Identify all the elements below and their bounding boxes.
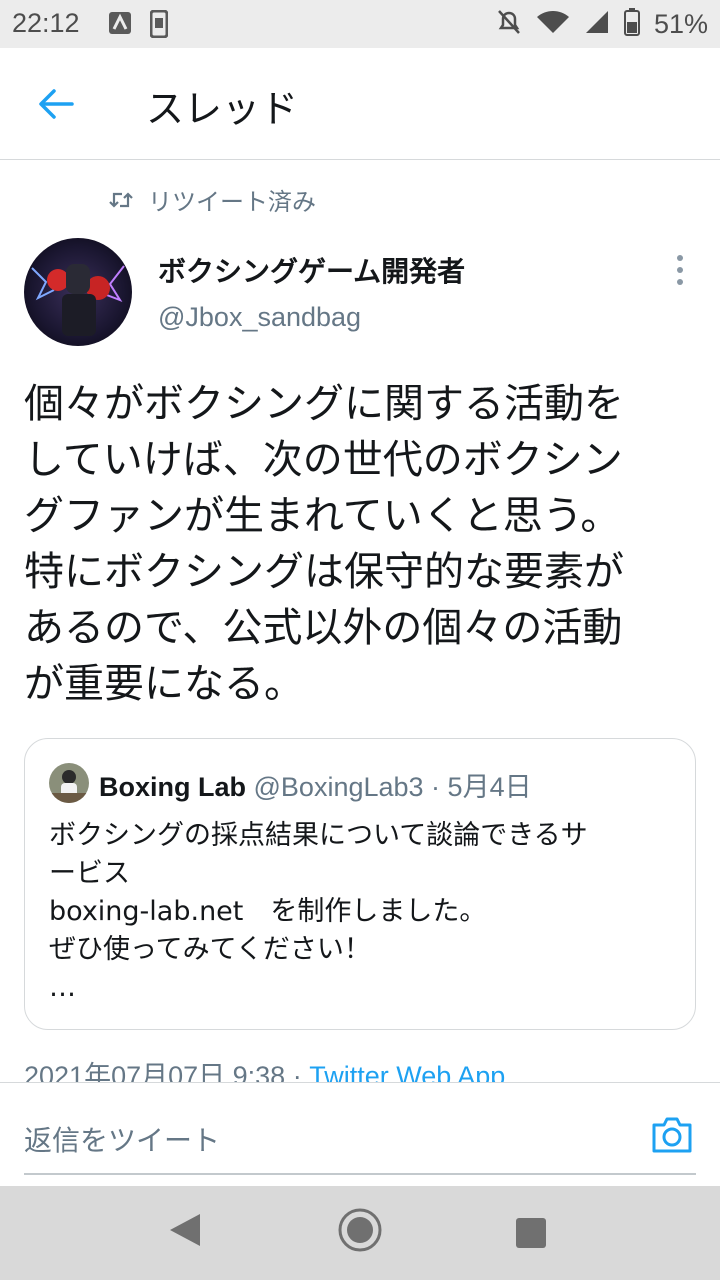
top-app-bar: スレッド xyxy=(0,48,720,160)
nav-recents-button[interactable] xyxy=(516,1218,546,1248)
quoted-tweet-card[interactable]: Boxing Lab @BoxingLab3 · 5月4日 ボクシングの採点結果… xyxy=(24,738,696,1030)
quote-header: Boxing Lab @BoxingLab3 · 5月4日 xyxy=(99,765,532,804)
retweet-label: リツイート済み xyxy=(148,188,316,216)
quote-author-name: Boxing Lab xyxy=(99,772,246,802)
quote-avatar xyxy=(49,763,89,803)
retweet-icon xyxy=(109,191,133,208)
more-options-button[interactable] xyxy=(664,252,696,288)
page-title: スレッド xyxy=(146,87,299,131)
back-button[interactable] xyxy=(34,82,78,126)
quote-date: 5月4日 xyxy=(447,772,532,802)
reply-composer: 返信をツイート xyxy=(0,1082,720,1186)
phone-icon xyxy=(149,9,169,42)
more-vertical-icon xyxy=(677,255,683,285)
quote-author-handle: @BoxingLab3 xyxy=(253,772,424,802)
author-name[interactable]: ボクシングゲーム開発者 xyxy=(158,250,465,290)
camera-icon xyxy=(652,1117,692,1153)
nav-home-button[interactable] xyxy=(336,1206,384,1258)
reply-input-underline xyxy=(24,1173,696,1175)
triangle-back-icon xyxy=(170,1214,200,1246)
circle-home-icon xyxy=(338,1208,382,1252)
author-handle[interactable]: @Jbox_sandbag xyxy=(158,302,361,333)
notification-icon xyxy=(108,10,132,42)
reply-input[interactable]: 返信をツイート xyxy=(24,1119,220,1159)
tweet-text: 個々がボクシングに関する活動を していけば、次の世代のボクシン グファンが生まれ… xyxy=(24,381,624,707)
nav-back-button[interactable] xyxy=(166,1210,202,1254)
signal-icon xyxy=(584,9,610,39)
retweet-indicator: リツイート済み xyxy=(108,182,316,217)
camera-button[interactable] xyxy=(650,1113,694,1157)
wifi-icon xyxy=(536,9,570,39)
status-bar: 22:12 51% xyxy=(0,0,720,48)
system-navigation-bar xyxy=(0,1186,720,1280)
battery-icon xyxy=(623,8,640,40)
quote-separator: · xyxy=(423,772,448,802)
quote-text: ボクシングの採点結果について談論できるサ ービス boxing-lab.net … xyxy=(49,820,588,1003)
mute-icon xyxy=(496,8,522,40)
arrow-left-icon xyxy=(39,89,74,119)
battery-percent: 51% xyxy=(653,8,708,39)
author-avatar[interactable] xyxy=(24,238,132,346)
status-time: 22:12 xyxy=(12,8,80,38)
